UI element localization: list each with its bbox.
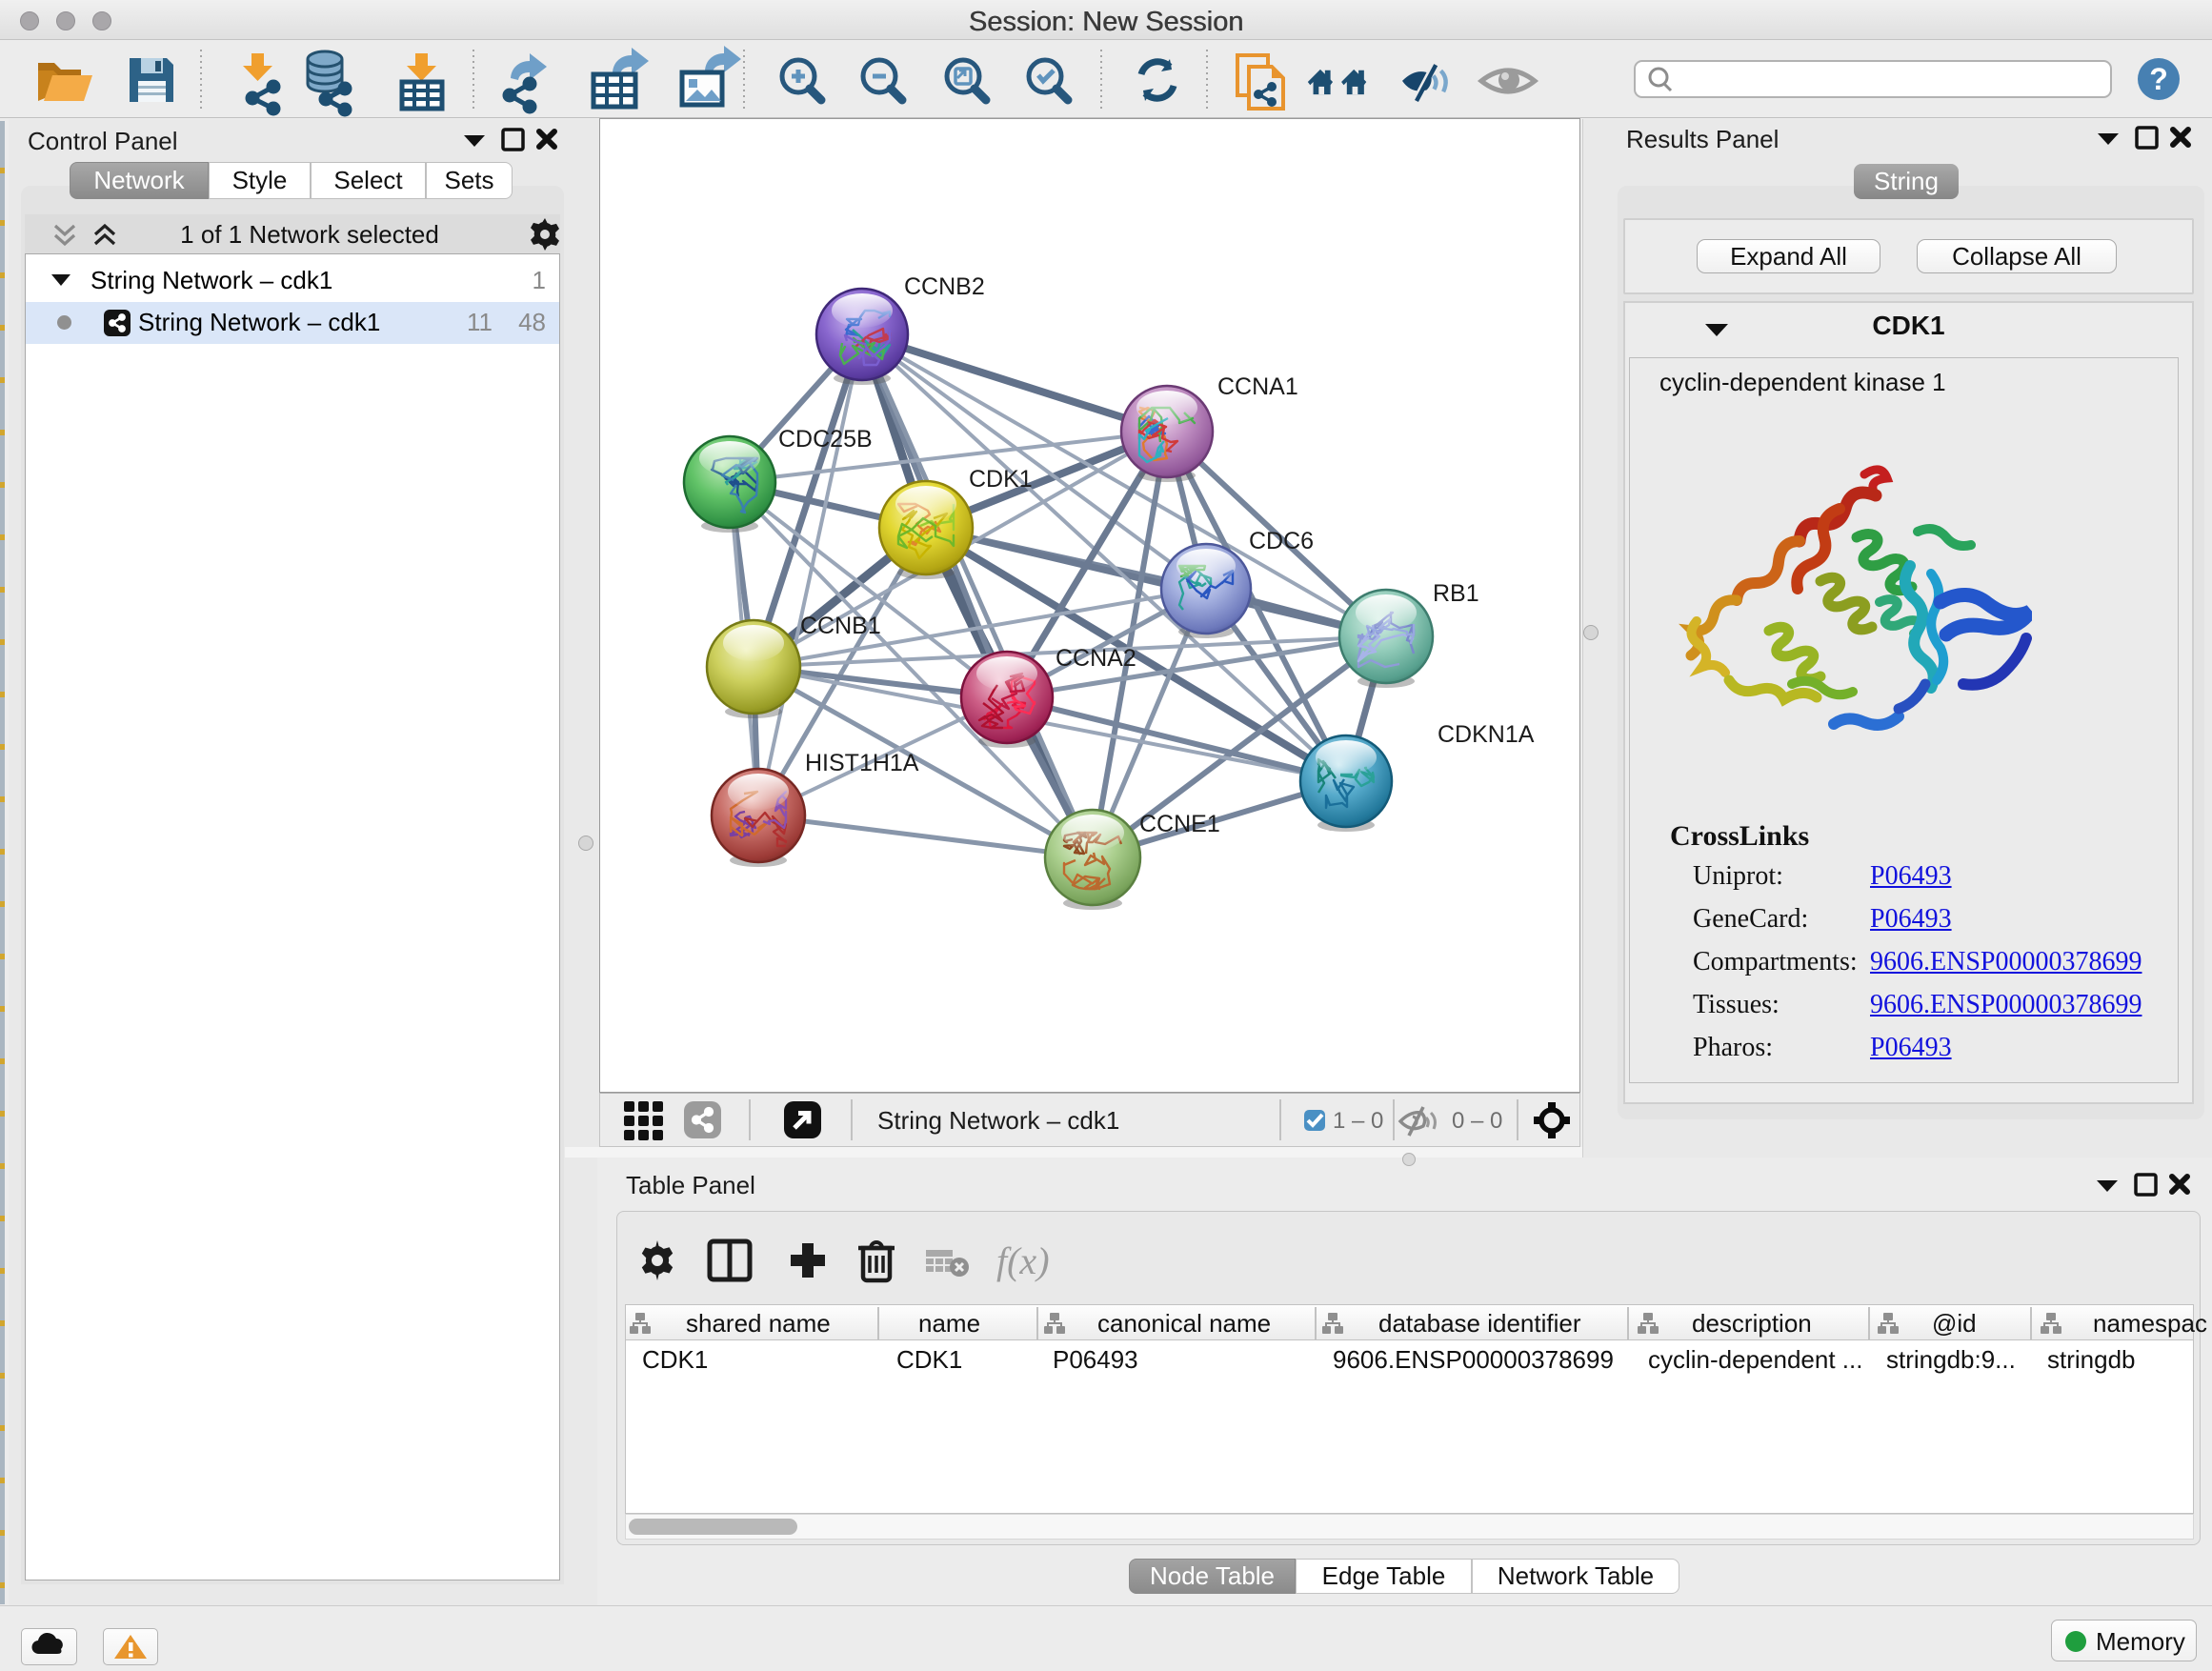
svg-text:CCNB1: CCNB1 xyxy=(800,613,881,639)
svg-text:CCNA1: CCNA1 xyxy=(1217,373,1298,400)
svg-text:1 – 0: 1 – 0 xyxy=(1333,1108,1383,1134)
svg-text:RB1: RB1 xyxy=(1433,580,1479,607)
svg-text:HIST1H1A: HIST1H1A xyxy=(805,750,919,776)
svg-text:?: ? xyxy=(2149,62,2168,96)
svg-text:CCNE1: CCNE1 xyxy=(1139,811,1220,837)
svg-text:CCNA2: CCNA2 xyxy=(1056,645,1136,672)
svg-text:CCNB2: CCNB2 xyxy=(904,273,985,300)
svg-text:0 – 0: 0 – 0 xyxy=(1452,1108,1502,1134)
svg-text:f(x): f(x) xyxy=(996,1239,1050,1282)
svg-text:CDK1: CDK1 xyxy=(969,466,1033,493)
svg-text:CDC6: CDC6 xyxy=(1249,528,1314,554)
svg-text:String Network – cdk1: String Network – cdk1 xyxy=(877,1106,1119,1135)
svg-text:CDC25B: CDC25B xyxy=(778,426,873,453)
svg-text:CDKN1A: CDKN1A xyxy=(1438,721,1535,748)
